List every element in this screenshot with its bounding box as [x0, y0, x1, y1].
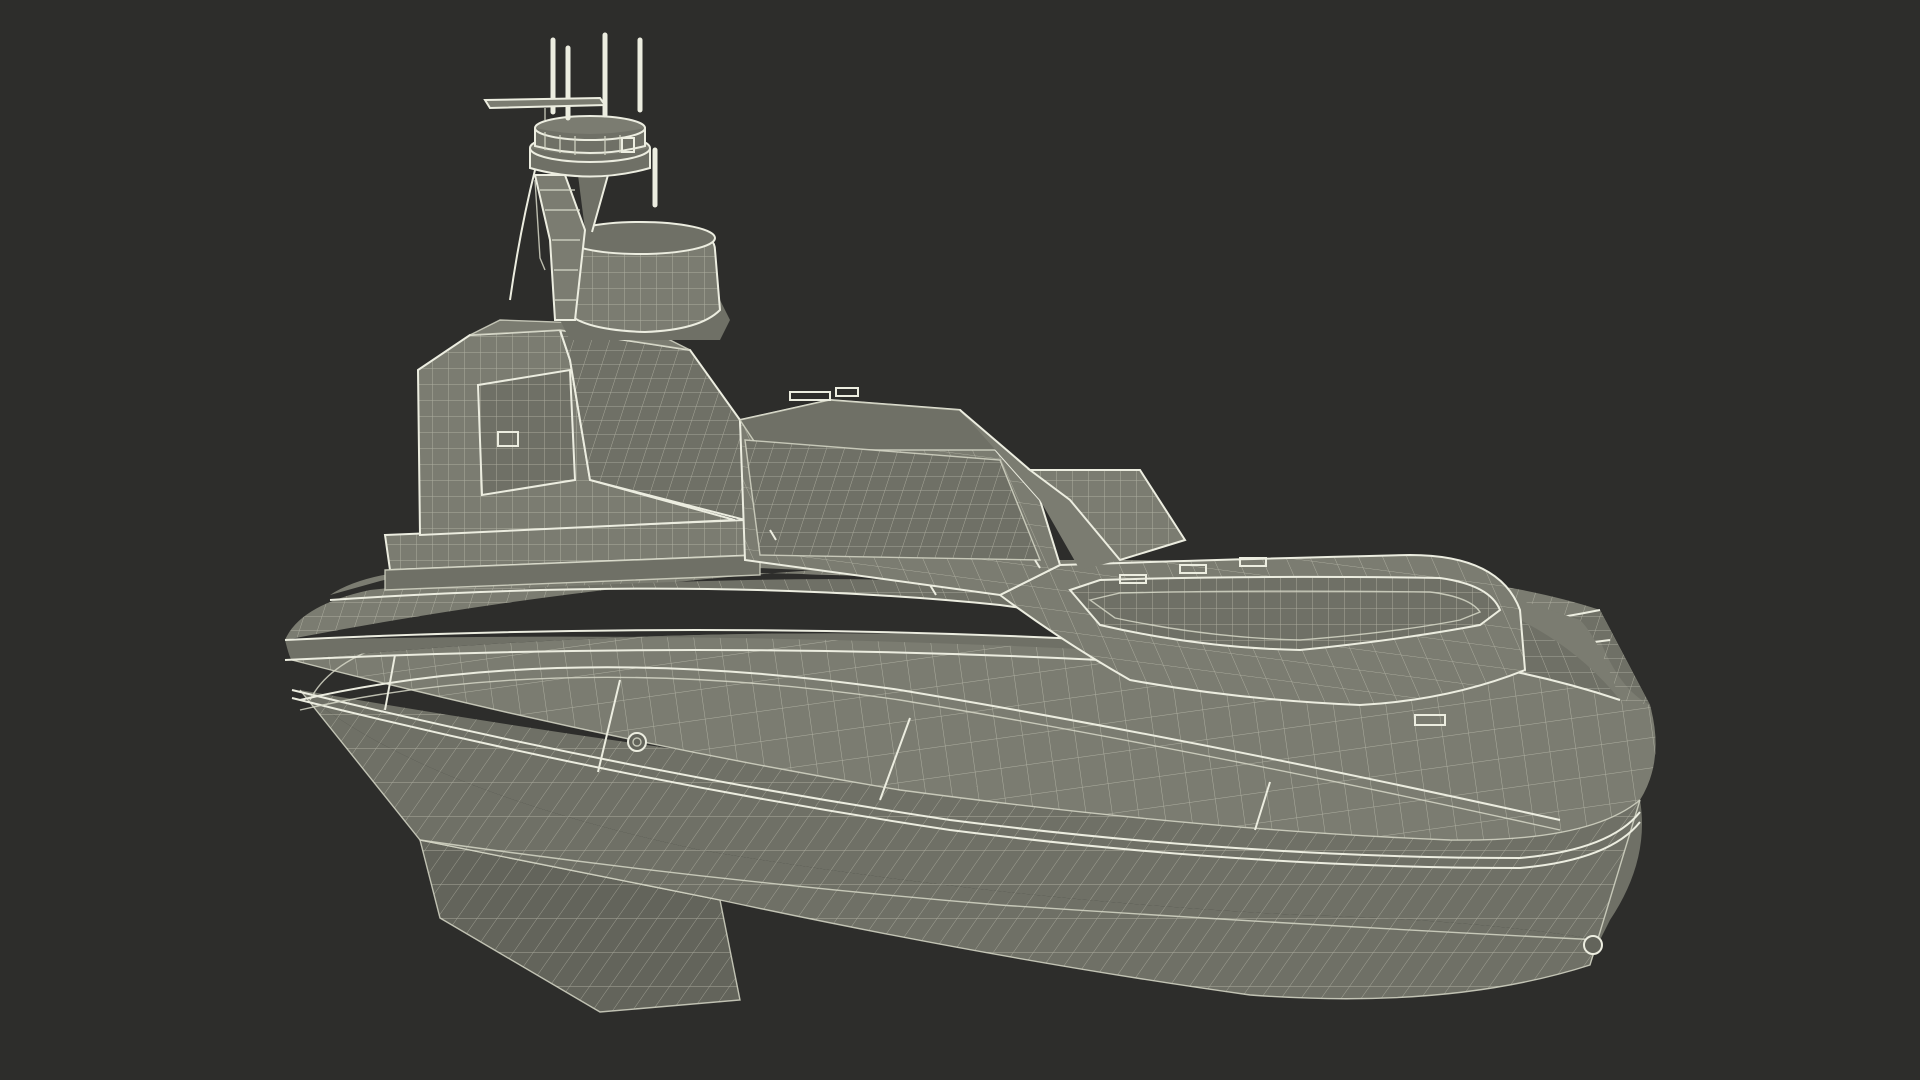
boat-wireframe-render	[0, 0, 1920, 1080]
radar-dome	[560, 220, 730, 340]
render-viewport	[0, 0, 1920, 1080]
